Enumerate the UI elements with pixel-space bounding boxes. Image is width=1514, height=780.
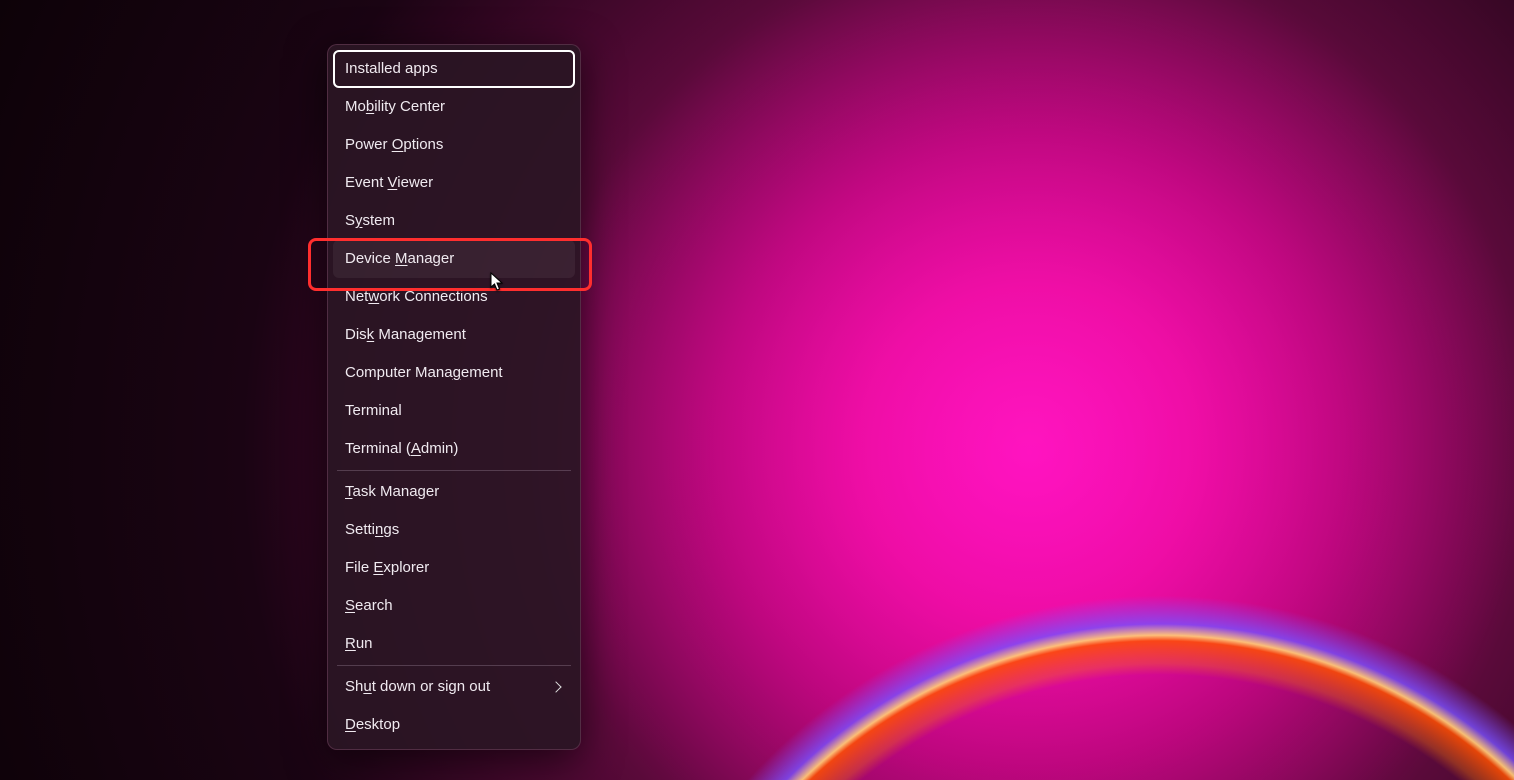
menu-item-label: Settings xyxy=(345,519,399,540)
menu-item-label: Terminal (Admin) xyxy=(345,438,458,459)
menu-item-disk-management[interactable]: Disk Management xyxy=(333,316,575,354)
menu-separator xyxy=(337,470,571,471)
menu-item-label: Run xyxy=(345,633,373,654)
menu-item-label: Disk Management xyxy=(345,324,466,345)
menu-item-label: Installed apps xyxy=(345,58,438,79)
menu-item-label: Power Options xyxy=(345,134,443,155)
menu-item-installed-apps[interactable]: Installed apps xyxy=(333,50,575,88)
menu-item-mobility-center[interactable]: Mobility Center xyxy=(333,88,575,126)
menu-item-label: System xyxy=(345,210,395,231)
menu-item-task-manager[interactable]: Task Manager xyxy=(333,473,575,511)
menu-item-network-connections[interactable]: Network Connections xyxy=(333,278,575,316)
menu-item-search[interactable]: Search xyxy=(333,587,575,625)
menu-item-power-options[interactable]: Power Options xyxy=(333,126,575,164)
menu-separator xyxy=(337,665,571,666)
menu-item-shutdown-signout[interactable]: Shut down or sign out xyxy=(333,668,575,706)
menu-item-desktop[interactable]: Desktop xyxy=(333,706,575,744)
menu-item-label: Terminal xyxy=(345,400,402,421)
menu-item-label: Event Viewer xyxy=(345,172,433,193)
menu-item-terminal[interactable]: Terminal xyxy=(333,392,575,430)
menu-item-settings[interactable]: Settings xyxy=(333,511,575,549)
menu-item-label: Mobility Center xyxy=(345,96,445,117)
menu-item-label: Desktop xyxy=(345,714,400,735)
menu-item-label: Task Manager xyxy=(345,481,439,502)
menu-item-label: Device Manager xyxy=(345,248,454,269)
menu-item-label: File Explorer xyxy=(345,557,429,578)
menu-item-device-manager[interactable]: Device Manager xyxy=(333,240,575,278)
menu-item-label: Computer Management xyxy=(345,362,503,383)
menu-item-computer-management[interactable]: Computer Management xyxy=(333,354,575,392)
desktop-wallpaper: Installed apps Mobility Center Power Optio… xyxy=(0,0,1514,780)
menu-item-system[interactable]: System xyxy=(333,202,575,240)
menu-item-terminal-admin[interactable]: Terminal (Admin) xyxy=(333,430,575,468)
menu-item-label: Search xyxy=(345,595,393,616)
menu-item-label: Shut down or sign out xyxy=(345,676,490,697)
menu-item-label: Network Connections xyxy=(345,286,488,307)
menu-item-run[interactable]: Run xyxy=(333,625,575,663)
chevron-right-icon xyxy=(550,681,561,692)
winx-power-user-menu: Installed apps Mobility Center Power Optio… xyxy=(327,44,581,750)
menu-item-file-explorer[interactable]: File Explorer xyxy=(333,549,575,587)
menu-item-event-viewer[interactable]: Event Viewer xyxy=(333,164,575,202)
